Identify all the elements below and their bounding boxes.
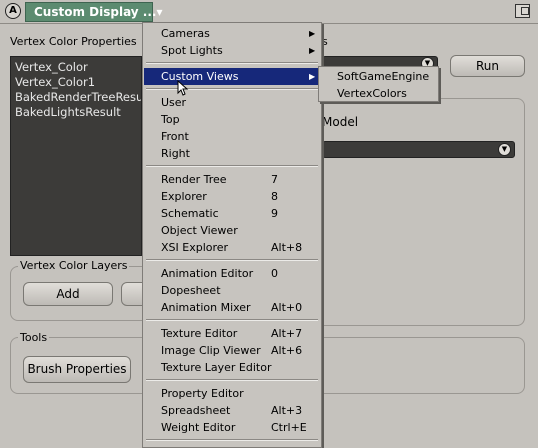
- custom-display-tab[interactable]: Custom Display ...▾: [25, 2, 163, 22]
- menu-item-label: Animation Editor: [161, 267, 254, 280]
- menu-item-cameras[interactable]: Cameras ▶: [144, 25, 320, 42]
- menu-item-image-clip-viewer[interactable]: Image Clip Viewer Alt+6: [144, 342, 320, 359]
- chevron-right-icon: ▶: [309, 46, 316, 55]
- list-item[interactable]: BakedRenderTreeResult: [15, 90, 141, 105]
- menu-item-property-editor[interactable]: Property Editor: [144, 385, 320, 402]
- menu-item-spreadsheet[interactable]: Spreadsheet Alt+3: [144, 402, 320, 419]
- mouse-cursor-icon: [177, 80, 189, 96]
- menu-item-label: Schematic: [161, 207, 219, 220]
- menu-item-label: Image Clip Viewer: [161, 344, 261, 357]
- menu-separator: [146, 165, 318, 167]
- menu-item-right[interactable]: Right: [144, 145, 320, 162]
- tools-label: Tools: [18, 331, 50, 344]
- chevron-right-icon: ▶: [309, 29, 316, 38]
- menu-separator: [146, 319, 318, 321]
- chevron-right-icon: ▶: [309, 72, 316, 81]
- app-icon[interactable]: A: [5, 3, 21, 19]
- model-combo[interactable]: [322, 141, 515, 158]
- menu-item-user[interactable]: User: [144, 94, 320, 111]
- menu-separator: [146, 88, 318, 90]
- vertex-color-properties-label: Vertex Color Properties: [10, 35, 137, 48]
- menu-item-label: Cameras: [161, 27, 210, 40]
- menu-item-label: XSI Explorer: [161, 241, 229, 254]
- menu-item-shortcut: 0: [271, 267, 278, 280]
- menu-item-top[interactable]: Top: [144, 111, 320, 128]
- menu-item-dopesheet[interactable]: Dopesheet: [144, 282, 320, 299]
- menu-item-texture-layer-editor[interactable]: Texture Layer Editor: [144, 359, 320, 376]
- menu-item-shortcut: 8: [271, 190, 278, 203]
- menu-item-explorer[interactable]: Explorer 8: [144, 188, 320, 205]
- menu-item-spot-lights[interactable]: Spot Lights ▶: [144, 42, 320, 59]
- menu-item-shortcut: Ctrl+E: [271, 421, 307, 434]
- right-partial-label: s: [322, 35, 328, 48]
- vertex-color-layers-label: Vertex Color Layers: [18, 259, 130, 272]
- menu-item-texture-editor[interactable]: Texture Editor Alt+7: [144, 325, 320, 342]
- submenu-item-vertexcolors[interactable]: VertexColors: [320, 85, 437, 102]
- menu-item-label: Spreadsheet: [161, 404, 231, 417]
- list-item[interactable]: BakedLightsResult: [15, 105, 137, 120]
- menu-item-shortcut: Alt+0: [271, 301, 303, 314]
- menu-item-xsi-explorer[interactable]: XSI Explorer Alt+8: [144, 239, 320, 256]
- chevron-down-icon[interactable]: ▼: [498, 143, 511, 156]
- menu-item-shortcut: 7: [271, 173, 278, 186]
- menu-item-label: Weight Editor: [161, 421, 236, 434]
- list-item[interactable]: Vertex_Color1: [15, 75, 137, 90]
- menu-item-shortcut: Alt+8: [271, 241, 303, 254]
- custom-views-submenu: SoftGameEngine VertexColors: [318, 66, 439, 102]
- menu-item-animation-editor[interactable]: Animation Editor 0: [144, 265, 320, 282]
- custom-display-menu: Cameras ▶ Spot Lights ▶ Custom Views ▶ User…: [142, 22, 322, 448]
- menu-item-label: Animation Mixer: [161, 301, 251, 314]
- run-button[interactable]: Run: [450, 55, 525, 77]
- menu-item-object-viewer[interactable]: Object Viewer: [144, 222, 320, 239]
- menu-separator: [146, 379, 318, 381]
- menu-item-custom-views[interactable]: Custom Views ▶: [144, 68, 320, 85]
- menu-item-shortcut: Alt+7: [271, 327, 303, 340]
- model-group: [290, 98, 525, 326]
- menu-item-schematic[interactable]: Schematic 9: [144, 205, 320, 222]
- list-item[interactable]: Vertex_Color: [15, 60, 137, 75]
- menu-item-label: Spot Lights: [161, 44, 223, 57]
- menu-item-label: Texture Editor: [161, 327, 238, 340]
- menu-item-render-tree[interactable]: Render Tree 7: [144, 171, 320, 188]
- menu-separator: [146, 439, 318, 441]
- submenu-item-softgameengine[interactable]: SoftGameEngine: [320, 68, 437, 85]
- add-button[interactable]: Add: [23, 282, 113, 306]
- brush-properties-button[interactable]: Brush Properties: [23, 356, 131, 383]
- menu-item-animation-mixer[interactable]: Animation Mixer Alt+0: [144, 299, 320, 316]
- menu-item-shortcut: 9: [271, 207, 278, 220]
- menu-item-label: Render Tree: [161, 173, 227, 186]
- menu-item-shortcut: Alt+3: [271, 404, 303, 417]
- menu-separator: [146, 259, 318, 261]
- menu-item-shortcut: Alt+6: [271, 344, 303, 357]
- maximize-icon[interactable]: [515, 4, 530, 18]
- menu-item-label: Explorer: [161, 190, 207, 203]
- menu-item-label: Custom Views: [161, 70, 239, 83]
- model-label: Model: [322, 115, 359, 129]
- menu-item-front[interactable]: Front: [144, 128, 320, 145]
- menu-separator: [146, 62, 318, 64]
- menu-item-weight-editor[interactable]: Weight Editor Ctrl+E: [144, 419, 320, 436]
- vertex-color-list[interactable]: Vertex_Color Vertex_Color1 BakedRenderTr…: [10, 56, 142, 256]
